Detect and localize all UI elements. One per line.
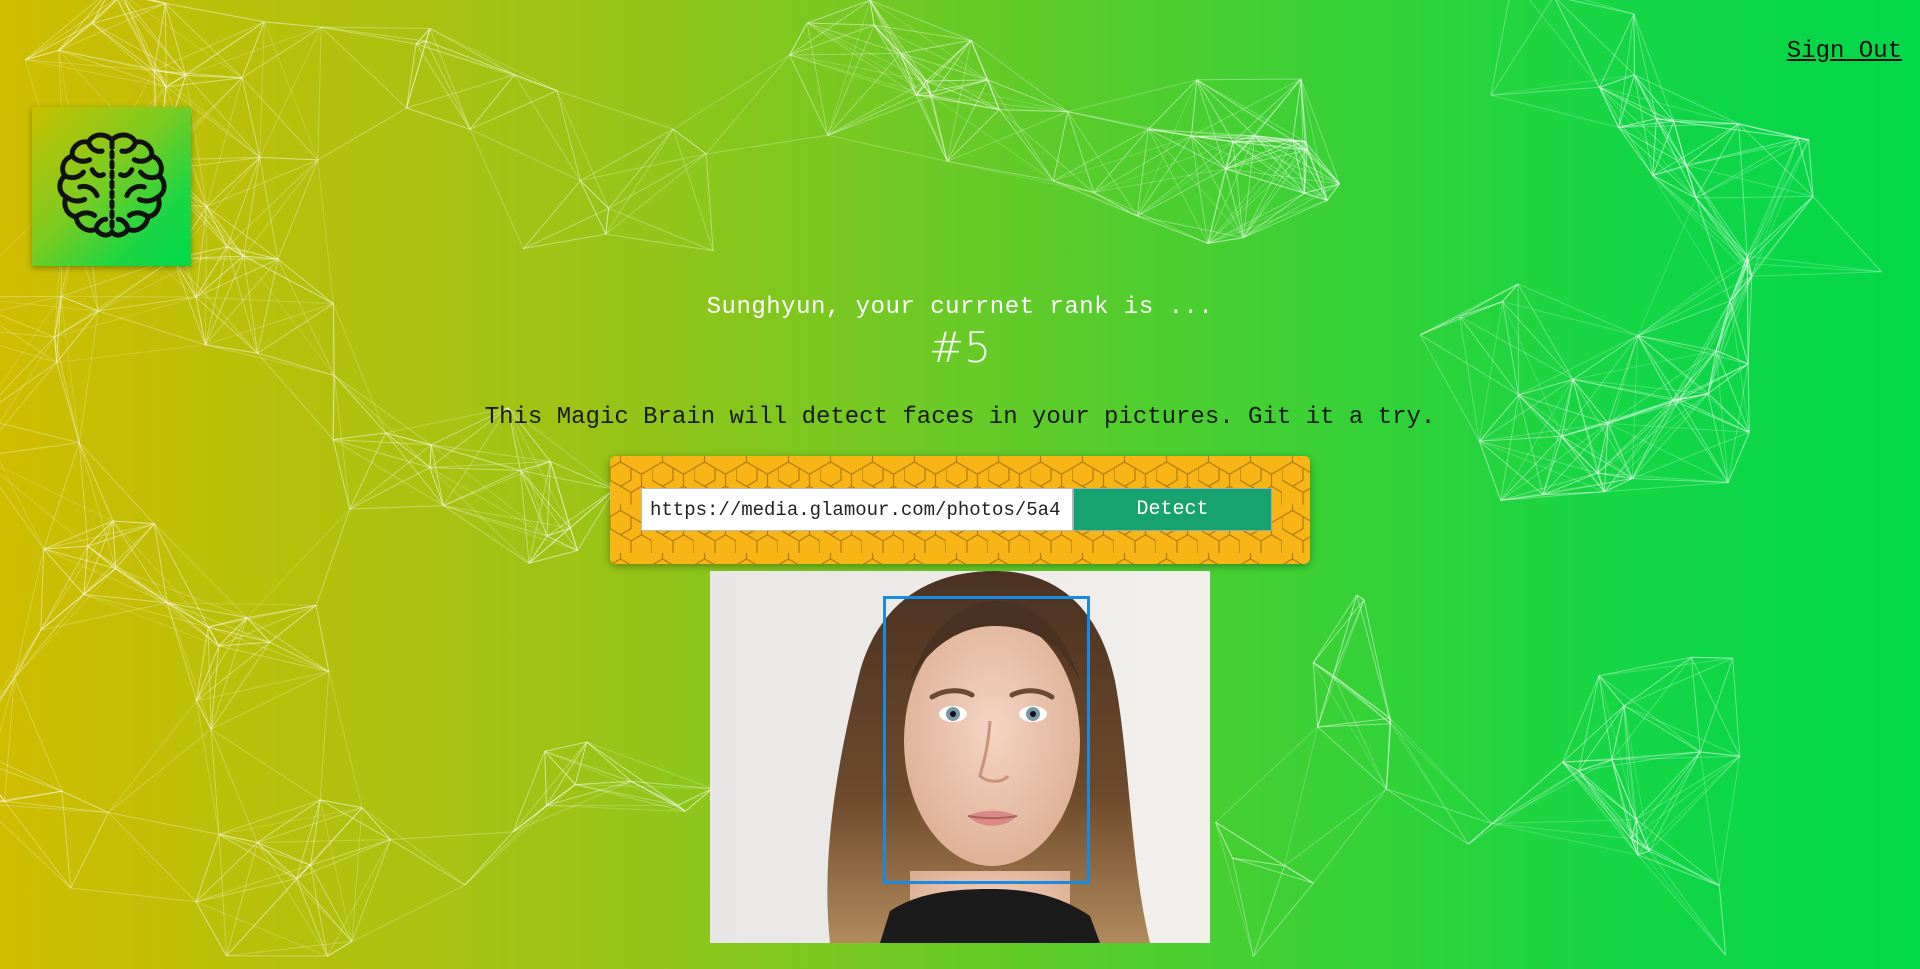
detect-button[interactable]: Detect — [1073, 488, 1272, 531]
rank-section: Sunghyun, your currnet rank is ... #5 — [0, 294, 1920, 372]
face-bounding-box — [883, 596, 1090, 884]
detected-photo — [710, 571, 1210, 943]
image-url-form: Detect — [610, 456, 1310, 564]
image-url-input[interactable] — [641, 488, 1073, 531]
logo-card — [32, 107, 191, 266]
rank-number: #5 — [929, 323, 991, 372]
rank-intro-text: Sunghyun, your currnet rank is ... — [706, 294, 1214, 321]
sign-out-link[interactable]: Sign Out — [1787, 38, 1902, 65]
brain-icon — [56, 132, 167, 238]
tagline-text: This Magic Brain will detect faces in yo… — [484, 404, 1436, 431]
